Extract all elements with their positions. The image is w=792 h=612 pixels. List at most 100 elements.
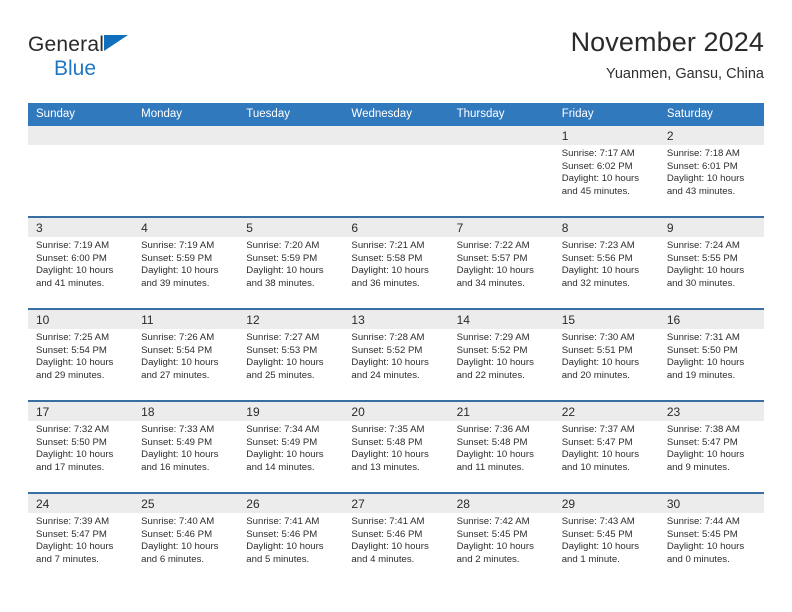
- sun-times: Sunrise: 7:37 AM Sunset: 5:47 PM Daylight:…: [554, 421, 659, 474]
- day-number: 9: [658, 218, 764, 237]
- daylight-duration-line2: and 14 minutes.: [246, 461, 315, 473]
- day-cell-inner: [343, 126, 449, 216]
- sunset-time: Sunset: 5:49 PM: [246, 436, 318, 448]
- daylight-duration-line2: and 1 minute.: [561, 553, 620, 565]
- sunrise-time: Sunrise: 7:27 AM: [246, 332, 320, 343]
- day-number: 5: [238, 218, 344, 237]
- daylight-duration-line1: Daylight: 10 hours: [456, 265, 534, 277]
- calendar-day-cell[interactable]: 2 Sunrise: 7:18 AM Sunset: 6:01 PM Daylight…: [658, 126, 764, 217]
- calendar-day-cell[interactable]: 6 Sunrise: 7:21 AM Sunset: 5:58 PM Daylight…: [343, 216, 449, 309]
- calendar-day-cell[interactable]: 11 Sunrise: 7:26 AM Sunset: 5:54 PM Dayligh…: [133, 308, 239, 401]
- calendar-day-cell-empty: [28, 126, 134, 217]
- sunset-time: Sunset: 5:45 PM: [666, 528, 738, 540]
- sunset-time: Sunset: 5:59 PM: [246, 252, 318, 264]
- sunrise-time: Sunrise: 7:33 AM: [141, 424, 215, 435]
- day-number: 19: [238, 402, 344, 421]
- sunrise-time: Sunrise: 7:43 AM: [561, 516, 635, 527]
- sunrise-time: Sunrise: 7:30 AM: [561, 332, 635, 343]
- day-cell-inner: 3 Sunrise: 7:19 AM Sunset: 6:00 PM Daylight…: [28, 218, 134, 308]
- sunrise-time: Sunrise: 7:19 AM: [141, 240, 215, 251]
- sunrise-time: Sunrise: 7:26 AM: [141, 332, 215, 343]
- day-number: 11: [133, 310, 239, 329]
- sun-times: Sunrise: 7:29 AM Sunset: 5:52 PM Daylight:…: [449, 329, 554, 382]
- day-cell-inner: 18 Sunrise: 7:33 AM Sunset: 5:49 PM Dayligh…: [133, 402, 239, 492]
- calendar-day-cell[interactable]: 27 Sunrise: 7:41 AM Sunset: 5:46 PM Dayligh…: [343, 492, 449, 584]
- calendar-day-cell[interactable]: 15 Sunrise: 7:30 AM Sunset: 5:51 PM Dayligh…: [553, 308, 659, 401]
- sunset-time: Sunset: 5:49 PM: [141, 436, 213, 448]
- calendar-day-cell[interactable]: 5 Sunrise: 7:20 AM Sunset: 5:59 PM Daylight…: [238, 216, 344, 309]
- daylight-duration-line1: Daylight: 10 hours: [561, 541, 640, 553]
- calendar-day-cell[interactable]: 10 Sunrise: 7:25 AM Sunset: 5:54 PM Dayligh…: [28, 308, 134, 401]
- sunrise-time: Sunrise: 7:35 AM: [351, 424, 425, 435]
- day-number: 24: [28, 494, 134, 513]
- calendar-day-cell[interactable]: 4 Sunrise: 7:19 AM Sunset: 5:59 PM Daylight…: [133, 216, 239, 309]
- daylight-duration-line1: Daylight: 10 hours: [246, 357, 324, 369]
- calendar-day-cell[interactable]: 28 Sunrise: 7:42 AM Sunset: 5:45 PM Dayligh…: [448, 492, 554, 584]
- sunrise-time: Sunrise: 7:25 AM: [36, 332, 110, 343]
- calendar-day-cell[interactable]: 12 Sunrise: 7:27 AM Sunset: 5:53 PM Dayligh…: [238, 308, 344, 401]
- sun-times: Sunrise: 7:25 AM Sunset: 5:54 PM Daylight:…: [28, 329, 133, 382]
- calendar-day-cell[interactable]: 17 Sunrise: 7:32 AM Sunset: 5:50 PM Dayligh…: [28, 400, 134, 493]
- weekday-header-friday: Friday: [553, 103, 659, 126]
- daylight-duration-line2: and 16 minutes.: [141, 461, 210, 473]
- day-number: 17: [28, 402, 134, 421]
- calendar-day-cell[interactable]: 30 Sunrise: 7:44 AM Sunset: 5:45 PM Dayligh…: [658, 492, 764, 584]
- sunset-time: Sunset: 5:59 PM: [141, 252, 213, 264]
- weekday-header-wednesday: Wednesday: [343, 103, 449, 126]
- daylight-duration-line2: and 10 minutes.: [561, 461, 630, 473]
- day-number: 26: [238, 494, 344, 513]
- sunset-time: Sunset: 5:52 PM: [456, 344, 528, 356]
- calendar-day-cell[interactable]: 14 Sunrise: 7:29 AM Sunset: 5:52 PM Dayligh…: [448, 308, 554, 401]
- sunrise-time: Sunrise: 7:21 AM: [351, 240, 425, 251]
- daylight-duration-line2: and 45 minutes.: [561, 185, 630, 197]
- sun-times: Sunrise: 7:20 AM Sunset: 5:59 PM Daylight:…: [238, 237, 343, 290]
- daylight-duration-line1: Daylight: 10 hours: [351, 449, 429, 461]
- calendar-day-cell[interactable]: 24 Sunrise: 7:39 AM Sunset: 5:47 PM Dayligh…: [28, 492, 134, 584]
- calendar-day-cell[interactable]: 13 Sunrise: 7:28 AM Sunset: 5:52 PM Dayligh…: [343, 308, 449, 401]
- daylight-duration-line1: Daylight: 10 hours: [561, 265, 640, 277]
- day-number: 8: [553, 218, 659, 237]
- sunset-time: Sunset: 5:57 PM: [456, 252, 528, 264]
- sun-times: Sunrise: 7:31 AM Sunset: 5:50 PM Daylight:…: [659, 329, 764, 382]
- sunset-time: Sunset: 5:46 PM: [141, 528, 213, 540]
- sun-times: Sunrise: 7:19 AM Sunset: 6:00 PM Daylight:…: [28, 237, 133, 290]
- daylight-duration-line1: Daylight: 10 hours: [456, 541, 534, 553]
- daylight-duration-line2: and 34 minutes.: [456, 277, 525, 289]
- calendar-day-cell[interactable]: 25 Sunrise: 7:40 AM Sunset: 5:46 PM Dayligh…: [133, 492, 239, 584]
- day-number: 10: [28, 310, 134, 329]
- sunrise-time: Sunrise: 7:31 AM: [666, 332, 740, 343]
- calendar-day-cell[interactable]: 3 Sunrise: 7:19 AM Sunset: 6:00 PM Daylight…: [28, 216, 134, 309]
- daylight-duration-line2: and 38 minutes.: [246, 277, 315, 289]
- calendar-day-cell[interactable]: 20 Sunrise: 7:35 AM Sunset: 5:48 PM Dayligh…: [343, 400, 449, 493]
- calendar-day-cell[interactable]: 9 Sunrise: 7:24 AM Sunset: 5:55 PM Daylight…: [658, 216, 764, 309]
- calendar-day-cell[interactable]: 18 Sunrise: 7:33 AM Sunset: 5:49 PM Dayligh…: [133, 400, 239, 493]
- day-number: 18: [133, 402, 239, 421]
- general-blue-logo[interactable]: General Blue: [28, 28, 148, 79]
- daylight-duration-line2: and 41 minutes.: [36, 277, 105, 289]
- calendar-day-cell[interactable]: 23 Sunrise: 7:38 AM Sunset: 5:47 PM Dayligh…: [658, 400, 764, 493]
- calendar-day-cell[interactable]: 8 Sunrise: 7:23 AM Sunset: 5:56 PM Daylight…: [553, 216, 659, 309]
- sunrise-time: Sunrise: 7:37 AM: [561, 424, 635, 435]
- calendar-day-cell[interactable]: 19 Sunrise: 7:34 AM Sunset: 5:49 PM Dayligh…: [238, 400, 344, 493]
- daylight-duration-line2: and 22 minutes.: [456, 369, 525, 381]
- day-cell-inner: 9 Sunrise: 7:24 AM Sunset: 5:55 PM Daylight…: [658, 218, 764, 308]
- day-number: 29: [553, 494, 659, 513]
- calendar-day-cell[interactable]: 22 Sunrise: 7:37 AM Sunset: 5:47 PM Dayligh…: [553, 400, 659, 493]
- sun-times: Sunrise: 7:23 AM Sunset: 5:56 PM Daylight:…: [554, 237, 659, 290]
- calendar-day-cell[interactable]: 7 Sunrise: 7:22 AM Sunset: 5:57 PM Daylight…: [448, 216, 554, 309]
- daylight-duration-line1: Daylight: 10 hours: [36, 449, 114, 461]
- daylight-duration-line2: and 0 minutes.: [666, 553, 730, 565]
- day-number: 14: [448, 310, 554, 329]
- daylight-duration-line2: and 2 minutes.: [456, 553, 520, 565]
- sunset-time: Sunset: 5:47 PM: [666, 436, 738, 448]
- sunset-time: Sunset: 5:47 PM: [36, 528, 107, 540]
- daylight-duration-line2: and 36 minutes.: [351, 277, 420, 289]
- day-cell-inner: 22 Sunrise: 7:37 AM Sunset: 5:47 PM Dayligh…: [553, 402, 659, 492]
- calendar-day-cell[interactable]: 26 Sunrise: 7:41 AM Sunset: 5:46 PM Dayligh…: [238, 492, 344, 584]
- location-subtitle: Yuanmen, Gansu, China: [606, 65, 764, 82]
- calendar-day-cell[interactable]: 16 Sunrise: 7:31 AM Sunset: 5:50 PM Dayligh…: [658, 308, 764, 401]
- calendar-day-cell[interactable]: 1 Sunrise: 7:17 AM Sunset: 6:02 PM Daylight…: [553, 126, 659, 217]
- sun-times: Sunrise: 7:35 AM Sunset: 5:48 PM Daylight:…: [343, 421, 448, 474]
- calendar-day-cell[interactable]: 29 Sunrise: 7:43 AM Sunset: 5:45 PM Dayligh…: [553, 492, 659, 584]
- calendar-day-cell[interactable]: 21 Sunrise: 7:36 AM Sunset: 5:48 PM Dayligh…: [448, 400, 554, 493]
